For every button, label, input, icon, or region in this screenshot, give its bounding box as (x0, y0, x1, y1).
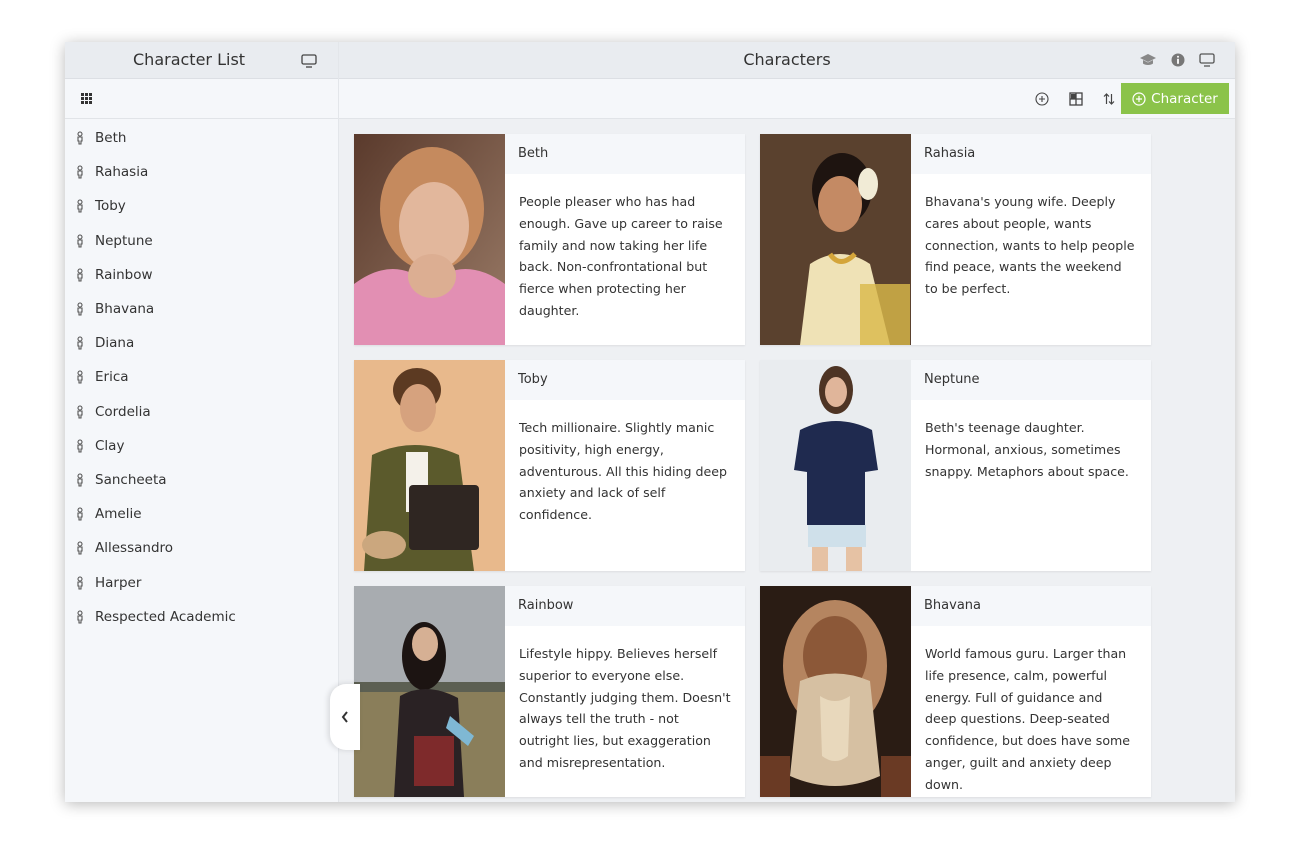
sidebar-item-bhavana[interactable]: Bhavana (65, 292, 338, 326)
main-panel: Characters Character Beth People pleaser… (339, 42, 1235, 802)
sidebar-item-toby[interactable]: Toby (65, 189, 338, 223)
sidebar-item-cordelia[interactable]: Cordelia (65, 395, 338, 429)
character-name: Bhavana (911, 586, 1151, 626)
sidebar-item-label: Sancheeta (95, 471, 167, 488)
sidebar-item-harper[interactable]: Harper (65, 565, 338, 599)
person-icon (77, 199, 83, 214)
add-character-label: Character (1151, 90, 1218, 107)
chevron-left-icon (341, 711, 348, 723)
main-toolbar: Character (339, 79, 1235, 119)
sidebar-item-label: Allessandro (95, 540, 174, 557)
sidebar-item-allessandro[interactable]: Allessandro (65, 531, 338, 565)
sidebar-item-label: Rainbow (95, 266, 153, 283)
sidebar-item-label: Rahasia (95, 164, 149, 181)
person-icon (77, 439, 83, 453)
add-circle-icon (1132, 91, 1146, 106)
person-icon (77, 234, 83, 248)
monitor-icon[interactable] (1199, 52, 1215, 71)
character-name: Rainbow (505, 586, 745, 626)
character-description: Tech millionaire. Slightly manic positiv… (519, 420, 728, 523)
person-icon (77, 610, 83, 624)
sort-icon[interactable] (1103, 91, 1115, 110)
sidebar-item-rainbow[interactable]: Rainbow (65, 258, 338, 292)
sidebar-item-amelie[interactable]: Amelie (65, 497, 338, 531)
sidebar-item-label: Beth (95, 130, 127, 147)
person-icon (77, 507, 83, 521)
character-name: Neptune (911, 360, 1151, 400)
sidebar-item-label: Respected Academic (95, 608, 236, 625)
sidebar-item-label: Toby (95, 198, 126, 215)
character-card[interactable]: Rainbow Lifestyle hippy. Believes hersel… (354, 586, 745, 797)
character-portrait (760, 360, 911, 571)
character-card[interactable]: Bhavana World famous guru. Larger than l… (760, 586, 1151, 797)
character-list: Beth Rahasia Toby Neptune Rainbow Bhavan… (65, 119, 338, 634)
character-card[interactable]: Toby Tech millionaire. Slightly manic po… (354, 360, 745, 571)
person-icon (77, 405, 83, 419)
character-card[interactable]: Neptune Beth's teenage daughter. Hormona… (760, 360, 1151, 571)
sidebar-item-sancheeta[interactable]: Sancheeta (65, 463, 338, 497)
character-card[interactable]: Beth People pleaser who has had enough. … (354, 134, 745, 345)
character-name: Toby (505, 360, 745, 400)
sidebar-item-rahasia[interactable]: Rahasia (65, 155, 338, 189)
character-card-grid: Beth People pleaser who has had enough. … (354, 134, 1151, 797)
character-portrait (354, 360, 505, 571)
sidebar-item-diana[interactable]: Diana (65, 326, 338, 360)
sidebar: Character List Beth Rahasia Toby Neptune… (65, 42, 339, 802)
monitor-icon[interactable] (301, 53, 317, 72)
person-icon (77, 302, 83, 316)
person-icon (77, 541, 83, 555)
sidebar-item-label: Harper (95, 574, 142, 591)
person-icon (77, 268, 83, 282)
person-icon (77, 336, 83, 350)
person-icon (77, 473, 83, 487)
collapse-sidebar-button[interactable] (330, 684, 360, 750)
sidebar-item-neptune[interactable]: Neptune (65, 224, 338, 258)
sidebar-item-label: Clay (95, 437, 125, 454)
character-description: Lifestyle hippy. Believes herself superi… (519, 646, 731, 770)
person-icon (77, 165, 83, 179)
sidebar-item-label: Amelie (95, 506, 142, 523)
add-circle-icon[interactable] (1035, 91, 1049, 110)
person-icon (77, 370, 83, 384)
character-name: Rahasia (911, 134, 1151, 174)
character-description: World famous guru. Larger than life pres… (925, 646, 1131, 792)
sidebar-toolbar (65, 79, 338, 119)
character-portrait (760, 586, 911, 797)
character-card[interactable]: Rahasia Bhavana's young wife. Deeply car… (760, 134, 1151, 345)
layout-icon[interactable] (1069, 91, 1083, 110)
sidebar-item-clay[interactable]: Clay (65, 429, 338, 463)
character-portrait (760, 134, 911, 345)
sidebar-title: Character List (133, 50, 246, 69)
add-character-button[interactable]: Character (1121, 83, 1229, 114)
character-portrait (354, 586, 505, 797)
person-icon (77, 575, 83, 590)
character-description: People pleaser who has had enough. Gave … (519, 194, 723, 318)
sidebar-item-beth[interactable]: Beth (65, 121, 338, 155)
page-title: Characters (743, 50, 831, 69)
grid-view-icon[interactable] (81, 93, 93, 104)
app-window: Character List Beth Rahasia Toby Neptune… (65, 42, 1235, 802)
graduation-cap-icon[interactable] (1139, 52, 1157, 71)
character-portrait (354, 134, 505, 345)
info-icon[interactable] (1171, 52, 1185, 71)
sidebar-item-label: Bhavana (95, 301, 155, 318)
sidebar-item-label: Cordelia (95, 403, 151, 420)
sidebar-item-label: Erica (95, 369, 129, 386)
sidebar-header: Character List (65, 42, 338, 79)
character-description: Beth's teenage daughter. Hormonal, anxio… (925, 420, 1129, 479)
character-description: Bhavana's young wife. Deeply cares about… (925, 194, 1135, 297)
sidebar-item-label: Neptune (95, 232, 153, 249)
sidebar-item-label: Diana (95, 335, 135, 352)
main-header: Characters (339, 42, 1235, 79)
character-name: Beth (505, 134, 745, 174)
sidebar-item-erica[interactable]: Erica (65, 360, 338, 394)
sidebar-item-respected-academic[interactable]: Respected Academic (65, 600, 338, 634)
person-icon (77, 131, 83, 145)
